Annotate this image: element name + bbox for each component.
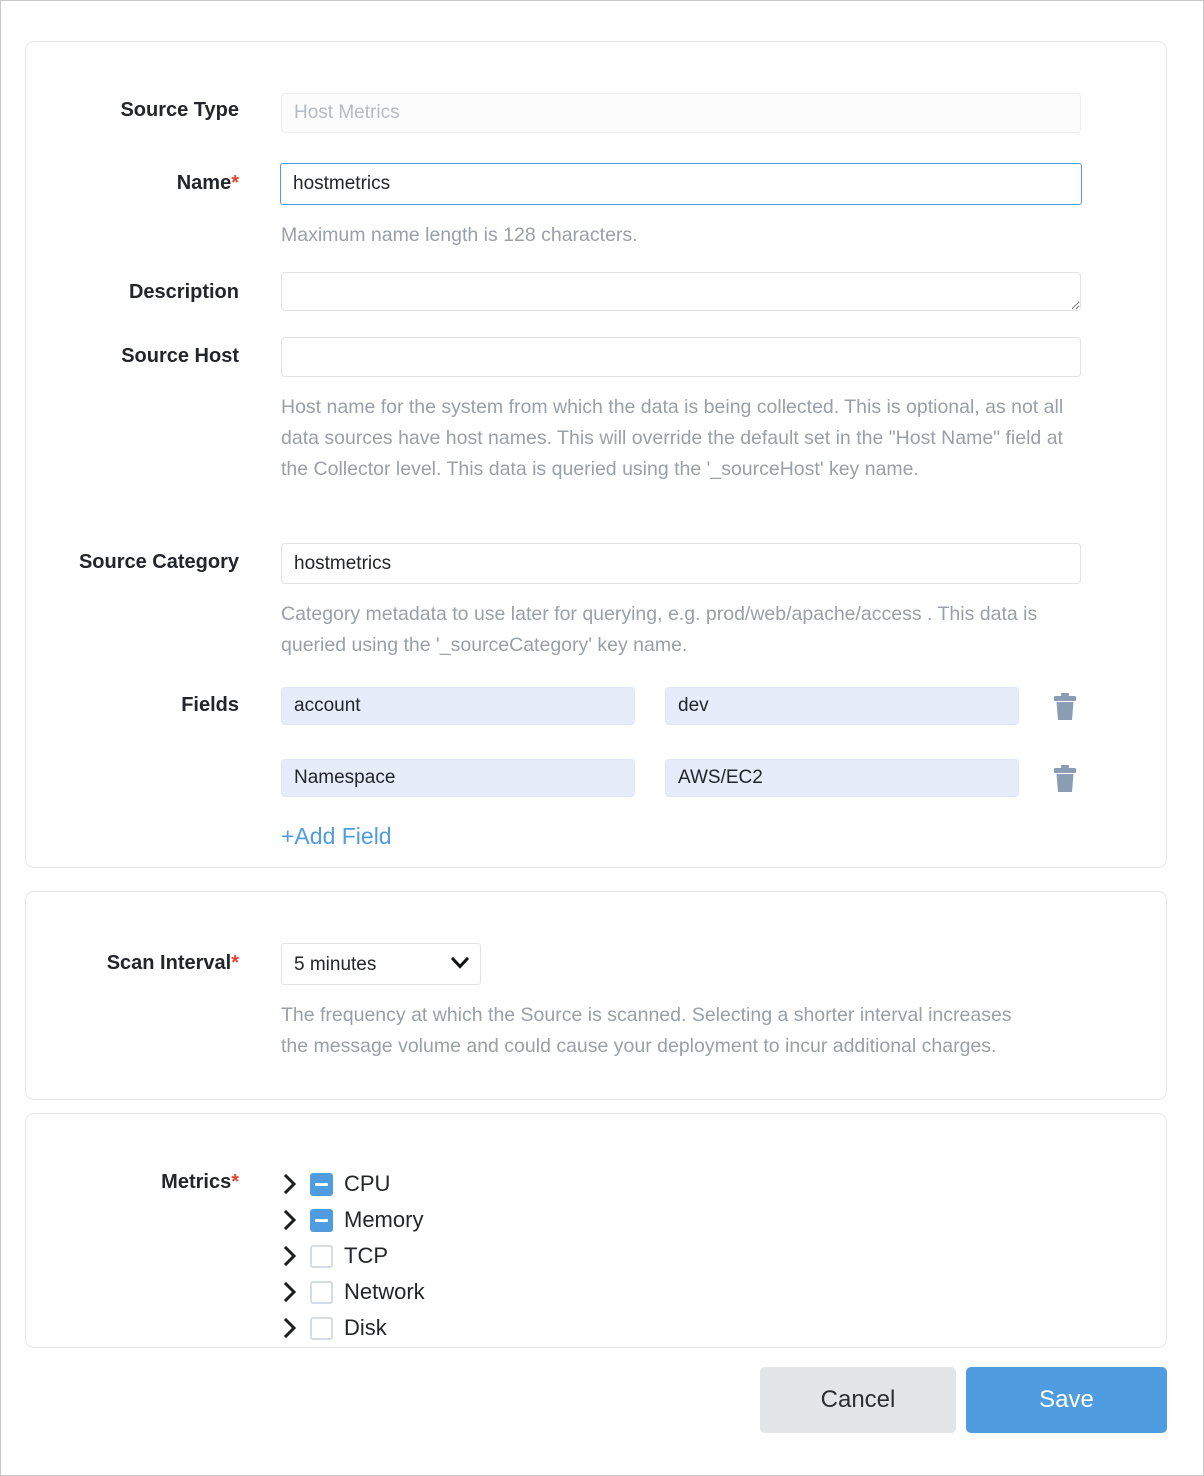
fields-label-text: Fields: [181, 694, 239, 716]
scan-interval-required-asterisk: *: [231, 952, 239, 974]
metric-label: Memory: [344, 1207, 423, 1233]
chevron-right-icon[interactable]: [279, 1245, 301, 1267]
add-field-button[interactable]: +Add Field: [281, 823, 392, 850]
metric-label: CPU: [344, 1171, 390, 1197]
fields-label: Fields: [11, 694, 239, 717]
name-input[interactable]: [280, 163, 1082, 205]
page-frame: Source Type Name* Maximum name length is…: [0, 0, 1204, 1476]
description-textarea[interactable]: [281, 272, 1081, 311]
metrics-tree: CPU Memory TCP Network Disk: [279, 1166, 425, 1346]
description-label-text: Description: [129, 281, 239, 303]
scan-interval-help-text: The frequency at which the Source is sca…: [281, 1000, 1026, 1062]
metric-checkbox-tcp[interactable]: [310, 1245, 333, 1268]
source-host-input[interactable]: [281, 337, 1081, 377]
chevron-right-icon[interactable]: [279, 1209, 301, 1231]
cancel-button[interactable]: Cancel: [760, 1367, 956, 1433]
metric-row: Memory: [279, 1202, 425, 1238]
metric-label: Network: [344, 1279, 425, 1305]
scan-interval-select-wrapper: 1 minute5 minutes15 minutes30 minutes1 h…: [281, 943, 481, 985]
trash-icon[interactable]: [1052, 692, 1078, 722]
field-value-input[interactable]: [665, 687, 1019, 725]
name-label-text: Name: [177, 172, 231, 194]
source-type-label-text: Source Type: [120, 99, 239, 121]
source-settings-form: Source Type Name* Maximum name length is…: [11, 11, 1195, 1467]
chevron-right-icon[interactable]: [279, 1281, 301, 1303]
chevron-right-icon[interactable]: [279, 1173, 301, 1195]
metric-row: TCP: [279, 1238, 425, 1274]
source-type-input[interactable]: [281, 93, 1081, 133]
metric-row: Network: [279, 1274, 425, 1310]
scan-interval-label-text: Scan Interval: [107, 952, 232, 974]
metric-label: Disk: [344, 1315, 387, 1341]
metric-checkbox-memory[interactable]: [310, 1209, 333, 1232]
metrics-required-asterisk: *: [231, 1171, 239, 1193]
field-key-input[interactable]: [281, 759, 635, 797]
metrics-card: [25, 1113, 1167, 1348]
name-label: Name*: [11, 172, 239, 195]
metrics-label-text: Metrics: [161, 1171, 231, 1193]
source-host-label-text: Source Host: [121, 345, 239, 367]
save-button[interactable]: Save: [966, 1367, 1167, 1433]
source-category-label: Source Category: [11, 551, 239, 574]
metric-row: Disk: [279, 1310, 425, 1346]
source-host-help-text: Host name for the system from which the …: [281, 392, 1071, 485]
metric-checkbox-cpu[interactable]: [310, 1173, 333, 1196]
source-category-help-text: Category metadata to use later for query…: [281, 599, 1081, 661]
metric-row: CPU: [279, 1166, 425, 1202]
source-type-label: Source Type: [11, 99, 239, 122]
source-category-input[interactable]: [281, 543, 1081, 584]
field-value-input[interactable]: [665, 759, 1019, 797]
name-help-text: Maximum name length is 128 characters.: [281, 220, 1081, 251]
name-required-asterisk: *: [231, 172, 239, 194]
scan-interval-label: Scan Interval*: [11, 952, 239, 975]
scan-interval-select[interactable]: 1 minute5 minutes15 minutes30 minutes1 h…: [281, 943, 481, 985]
trash-icon[interactable]: [1052, 764, 1078, 794]
chevron-right-icon[interactable]: [279, 1317, 301, 1339]
metrics-label: Metrics*: [11, 1171, 239, 1194]
metric-checkbox-disk[interactable]: [310, 1317, 333, 1340]
field-key-input[interactable]: [281, 687, 635, 725]
source-category-label-text: Source Category: [79, 551, 239, 573]
metric-checkbox-network[interactable]: [310, 1281, 333, 1304]
scan-interval-card: [25, 891, 1167, 1100]
description-label: Description: [11, 281, 239, 304]
metric-label: TCP: [344, 1243, 388, 1269]
source-host-label: Source Host: [11, 345, 239, 368]
